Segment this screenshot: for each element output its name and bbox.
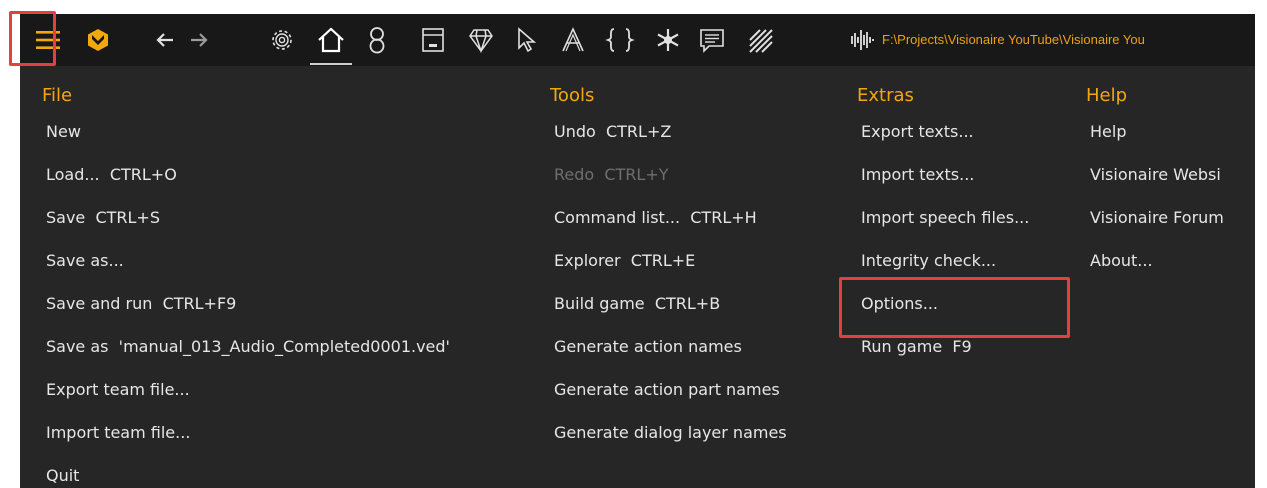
menu-title-help: Help [1086,85,1128,106]
menu-item-save-as-file[interactable]: Save as 'manual_013_Audio_Completed0001.… [40,325,450,368]
active-tab-indicator [310,63,352,65]
menu-help: Help Help Visionaire Websi Visionaire Fo… [1084,82,1224,282]
visionaire-logo-icon[interactable] [82,14,114,66]
characters-icon[interactable] [360,14,394,66]
menu-item-integrity-check[interactable]: Integrity check... [855,239,1029,282]
interfaces-icon[interactable] [416,14,450,66]
menu-item-generate-action-names[interactable]: Generate action names [548,325,787,368]
menu-item-load[interactable]: Load... CTRL+O [40,153,450,196]
menu-item-build-game[interactable]: Build game CTRL+B [548,282,787,325]
cursor-icon[interactable] [510,14,544,66]
menu-title-file: File [42,85,73,106]
menu-item-save-as[interactable]: Save as... [40,239,450,282]
script-braces-icon[interactable] [600,14,640,66]
particles-icon[interactable] [650,14,686,66]
options-highlight-box [839,277,1070,338]
audio-waveform-icon[interactable] [846,14,876,66]
menu-item-quit[interactable]: Quit [40,454,450,488]
menu-item-import-team-file[interactable]: Import team file... [40,411,450,454]
menu-item-generate-action-part-names[interactable]: Generate action part names [548,368,787,411]
gear-icon[interactable] [264,14,300,66]
menu-item-save-and-run[interactable]: Save and run CTRL+F9 [40,282,450,325]
toolbar: F:\Projects\Visionaire YouTube\Visionair… [20,14,1255,66]
menu-item-visionaire-website[interactable]: Visionaire Websi [1084,153,1224,196]
menu-item-undo[interactable]: Undo CTRL+Z [548,110,787,153]
hatch-icon[interactable] [742,14,778,66]
menu-item-help[interactable]: Help [1084,110,1224,153]
menu-item-command-list[interactable]: Command list... CTRL+H [548,196,787,239]
menu-item-visionaire-forum[interactable]: Visionaire Forum [1084,196,1224,239]
menu-title-extras: Extras [857,85,914,106]
menu-item-about[interactable]: About... [1084,239,1224,282]
gem-icon[interactable] [464,14,498,66]
menu-tools: Tools Undo CTRL+Z Redo CTRL+Y Command li… [548,82,787,454]
menu-item-redo: Redo CTRL+Y [554,165,669,184]
menu-item-save[interactable]: Save CTRL+S [40,196,450,239]
menu-item-import-texts[interactable]: Import texts... [855,153,1029,196]
hamburger-highlight-box [9,11,56,66]
editor-window: F:\Projects\Visionaire YouTube\Visionair… [20,14,1255,488]
menu-item-new[interactable]: New [40,110,450,153]
menu-title-tools: Tools [550,85,595,106]
menu-item-explorer[interactable]: Explorer CTRL+E [548,239,787,282]
menu-file: File New Load... CTRL+O Save CTRL+S Save… [40,82,450,488]
menu-item-export-texts[interactable]: Export texts... [855,110,1029,153]
font-icon[interactable] [556,14,590,66]
home-icon[interactable] [310,14,352,66]
back-arrow-icon[interactable] [150,14,180,66]
menu-item-generate-dialog-layer-names[interactable]: Generate dialog layer names [548,411,787,454]
forward-arrow-icon[interactable] [184,14,214,66]
dialogs-icon[interactable] [694,14,730,66]
menu-item-export-team-file[interactable]: Export team file... [40,368,450,411]
project-path: F:\Projects\Visionaire YouTube\Visionair… [882,32,1145,47]
menu-item-import-speech-files[interactable]: Import speech files... [855,196,1029,239]
